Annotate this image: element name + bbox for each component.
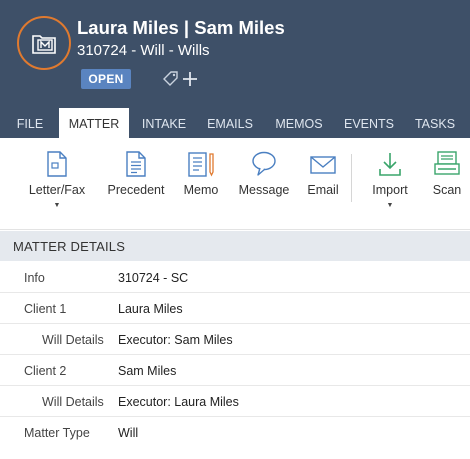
matter-header: Laura Miles | Sam Miles 310724 - Will - … bbox=[0, 0, 470, 138]
ribbon-toolbar: Letter/Fax ▼ Precedent Memo Message Emai… bbox=[0, 138, 470, 230]
detail-value: Laura Miles bbox=[118, 302, 183, 316]
plus-icon bbox=[183, 72, 197, 86]
import-icon bbox=[379, 153, 401, 176]
detail-value: Executor: Laura Miles bbox=[118, 395, 239, 409]
scan-label: Scan bbox=[432, 183, 462, 197]
status-badge[interactable]: OPEN bbox=[81, 69, 131, 89]
detail-label: Will Details bbox=[42, 395, 104, 409]
chevron-down-icon: ▼ bbox=[386, 202, 394, 209]
detail-value: 310724 - SC bbox=[118, 271, 189, 285]
message-label: Message bbox=[238, 183, 290, 197]
matter-title: Laura Miles | Sam Miles bbox=[77, 17, 285, 38]
tab-memos[interactable]: MEMOS bbox=[270, 108, 328, 138]
precedent-icon bbox=[126, 151, 146, 177]
email-icon bbox=[310, 156, 336, 174]
precedent-button[interactable]: Precedent bbox=[103, 138, 169, 230]
detail-row-client-1: Client 1 Laura Miles bbox=[0, 293, 470, 324]
import-button[interactable]: Import ▼ bbox=[362, 138, 418, 230]
tab-file[interactable]: FILE bbox=[9, 108, 51, 138]
detail-row-matter-type: Matter Type Will bbox=[0, 417, 470, 448]
letter-fax-label: Letter/Fax bbox=[28, 183, 86, 197]
memo-icon bbox=[188, 152, 214, 177]
message-button[interactable]: Message bbox=[234, 138, 294, 230]
detail-label: Client 1 bbox=[24, 302, 67, 316]
email-button[interactable]: Email bbox=[302, 138, 344, 230]
detail-row-client-2: Client 2 Sam Miles bbox=[0, 355, 470, 386]
matter-details-list: Info 310724 - SC Client 1 Laura Miles Wi… bbox=[0, 262, 470, 448]
matter-details-section[interactable]: MATTER DETAILS bbox=[0, 231, 470, 261]
matter-subtitle: 310724 - Will - Wills bbox=[77, 42, 210, 59]
scan-icon bbox=[434, 151, 460, 175]
matter-avatar bbox=[17, 16, 71, 70]
message-icon bbox=[252, 151, 276, 176]
tab-events[interactable]: EVENTS bbox=[340, 108, 398, 138]
chevron-down-icon: ▼ bbox=[53, 202, 61, 209]
detail-label: Client 2 bbox=[24, 364, 67, 378]
ribbon-divider bbox=[351, 154, 352, 202]
tab-matter[interactable]: MATTER bbox=[59, 108, 129, 138]
add-tag-button[interactable] bbox=[161, 69, 201, 89]
section-title: MATTER DETAILS bbox=[13, 239, 126, 254]
tag-icon bbox=[163, 71, 178, 86]
import-label: Import bbox=[372, 183, 408, 197]
detail-row-will-details-2: Will Details Executor: Laura Miles bbox=[0, 386, 470, 417]
memo-label: Memo bbox=[183, 183, 219, 197]
detail-value: Sam Miles bbox=[118, 364, 177, 378]
detail-label: Will Details bbox=[42, 333, 104, 347]
scan-button[interactable]: Scan bbox=[428, 138, 466, 230]
detail-label: Info bbox=[24, 271, 45, 285]
tab-intake[interactable]: INTAKE bbox=[137, 108, 191, 138]
tab-emails[interactable]: EMAILS bbox=[201, 108, 259, 138]
precedent-label: Precedent bbox=[107, 183, 165, 197]
detail-label: Matter Type bbox=[24, 426, 90, 440]
detail-row-info: Info 310724 - SC bbox=[0, 262, 470, 293]
detail-value: Will bbox=[118, 426, 139, 440]
letter-fax-icon bbox=[47, 151, 67, 177]
detail-value: Executor: Sam Miles bbox=[118, 333, 233, 347]
memo-button[interactable]: Memo bbox=[178, 138, 224, 230]
letter-fax-button[interactable]: Letter/Fax ▼ bbox=[22, 138, 92, 230]
tab-tasks[interactable]: TASKS bbox=[410, 108, 460, 138]
tab-bar: FILE MATTER INTAKE EMAILS MEMOS EVENTS T… bbox=[0, 108, 470, 138]
matter-icon bbox=[32, 35, 56, 54]
detail-row-will-details-1: Will Details Executor: Sam Miles bbox=[0, 324, 470, 355]
email-label: Email bbox=[307, 183, 339, 197]
